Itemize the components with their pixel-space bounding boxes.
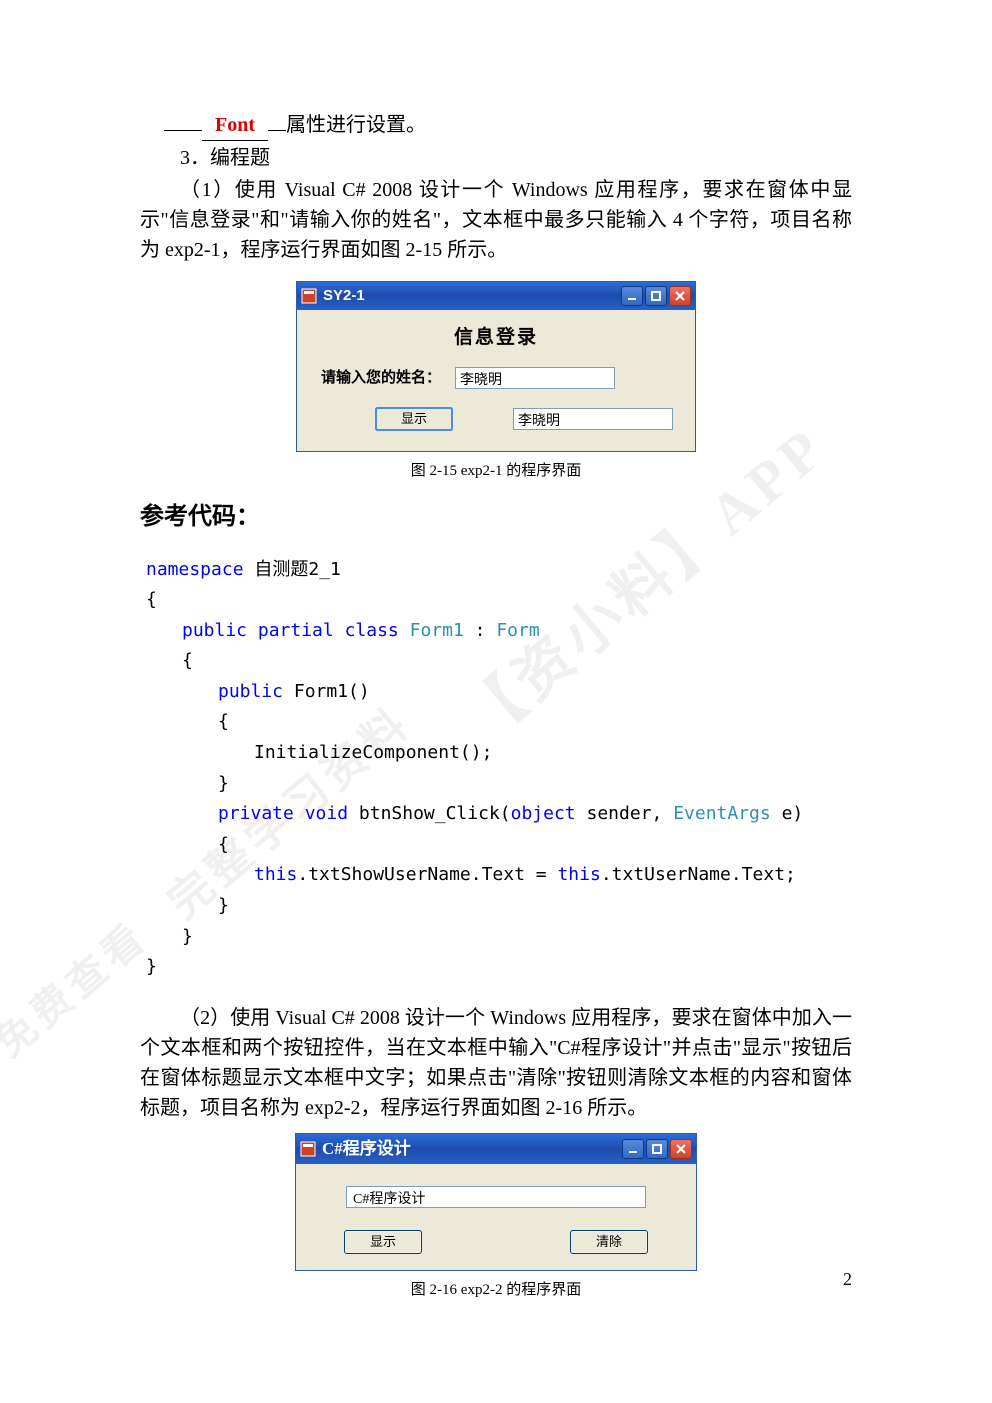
close-button[interactable]	[670, 1139, 692, 1159]
name-input[interactable]: 李晓明	[455, 367, 615, 389]
underline-lead	[164, 130, 202, 131]
underline-trail	[268, 130, 286, 131]
section-number: 3．编程题	[140, 143, 852, 173]
code: {	[146, 589, 157, 610]
code	[334, 620, 345, 641]
close-button[interactable]	[669, 286, 691, 306]
text-input[interactable]: C#程序设计	[346, 1186, 646, 1208]
clear-button[interactable]: 清除	[570, 1230, 648, 1254]
code: }	[146, 956, 157, 977]
code: :	[464, 620, 497, 641]
app-icon	[300, 1141, 316, 1157]
code: Form	[496, 620, 539, 641]
output-textbox[interactable]: 李晓明	[513, 408, 673, 430]
code: }	[218, 773, 229, 794]
code: Form1()	[283, 681, 370, 702]
code: private	[218, 803, 294, 824]
code: this	[557, 864, 600, 885]
app-icon	[301, 288, 317, 304]
exp2-1-window: SY2-1 信息登录 请输入您的姓名： 李晓明 显示 李晓明	[296, 281, 696, 452]
titlebar: C#程序设计	[296, 1134, 696, 1164]
text-line: Font 属性进行设置。	[164, 110, 852, 141]
code: void	[305, 803, 348, 824]
titlebar: SY2-1	[297, 282, 695, 310]
watermark: 免费查看	[0, 908, 162, 1072]
code: e)	[771, 803, 804, 824]
code: InitializeComponent();	[254, 742, 492, 763]
minimize-button[interactable]	[621, 286, 643, 306]
reference-code-heading: 参考代码：	[140, 499, 852, 535]
name-label: 请输入您的姓名：	[311, 367, 441, 390]
font-answer: Font	[202, 110, 268, 141]
code-block: namespace 自测题2_1 { public partial class …	[146, 555, 852, 983]
code: {	[218, 834, 229, 855]
code	[294, 803, 305, 824]
code: public	[182, 620, 247, 641]
maximize-button[interactable]	[645, 286, 667, 306]
exp2-2-window: C#程序设计 C#程序设计 显示 清除	[295, 1133, 697, 1271]
show-button[interactable]: 显示	[375, 407, 453, 431]
form-heading: 信息登录	[311, 324, 681, 353]
code: {	[182, 650, 193, 671]
show-button[interactable]: 显示	[344, 1230, 422, 1254]
code: class	[345, 620, 399, 641]
code	[399, 620, 410, 641]
code: namespace	[146, 559, 244, 580]
figure-caption-2: 图 2-16 exp2-2 的程序界面	[140, 1279, 852, 1302]
code: }	[182, 926, 193, 947]
code: }	[218, 895, 229, 916]
code: EventArgs	[673, 803, 771, 824]
code	[247, 620, 258, 641]
exercise-1: （1）使用 Visual C# 2008 设计一个 Windows 应用程序，要…	[140, 175, 852, 265]
code: public	[218, 681, 283, 702]
code: btnShow_Click(	[348, 803, 511, 824]
code: partial	[258, 620, 334, 641]
code: .txtUserName.Text;	[601, 864, 796, 885]
window-title: SY2-1	[323, 285, 621, 308]
window-title: C#程序设计	[322, 1136, 622, 1162]
code: Form1	[410, 620, 464, 641]
code: this	[254, 864, 297, 885]
code: object	[511, 803, 576, 824]
code: .txtShowUserName.Text =	[297, 864, 557, 885]
maximize-button[interactable]	[646, 1139, 668, 1159]
code: 自测题2_1	[244, 559, 341, 580]
text: 属性进行设置。	[286, 114, 426, 136]
minimize-button[interactable]	[622, 1139, 644, 1159]
figure-caption-1: 图 2-15 exp2-1 的程序界面	[140, 460, 852, 483]
code: {	[218, 711, 229, 732]
code: sender,	[576, 803, 674, 824]
exercise-2: （2）使用 Visual C# 2008 设计一个 Windows 应用程序，要…	[140, 1003, 852, 1123]
